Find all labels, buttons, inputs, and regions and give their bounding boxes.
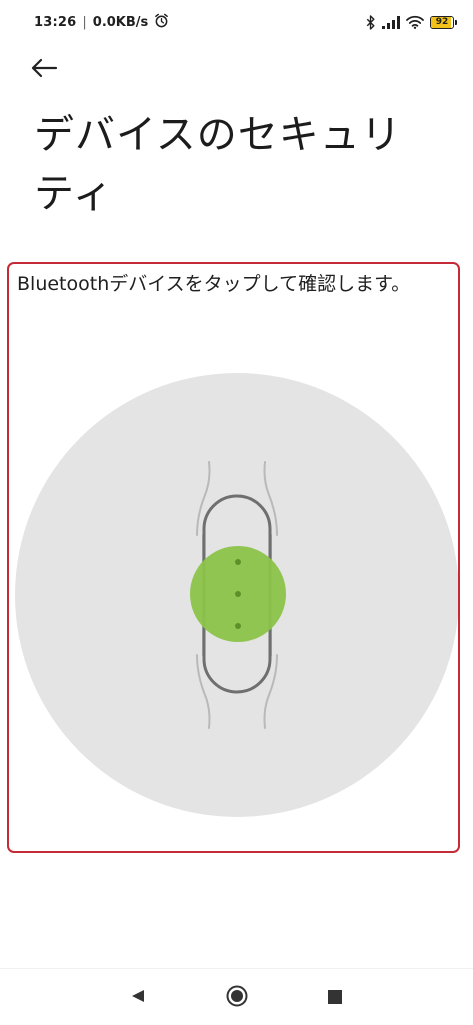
band-dot — [235, 623, 241, 629]
battery-body: 92 — [430, 15, 454, 29]
bluetooth-icon — [366, 14, 376, 30]
back-button[interactable] — [30, 52, 70, 88]
battery-tip — [455, 19, 457, 25]
status-right: 92 — [366, 14, 457, 30]
instruction-text: Bluetoothデバイスをタップして確認します。 — [17, 273, 411, 295]
alarm-icon — [154, 13, 169, 32]
battery-level: 92 — [435, 16, 449, 27]
status-time: 13:26 — [34, 14, 77, 30]
status-left: 13:26 | 0.0KB/s — [34, 13, 169, 32]
wifi-icon — [406, 15, 424, 29]
page-title: デバイスのセキュリティ — [34, 112, 402, 217]
navigation-bar — [0, 968, 473, 1025]
band-illustration — [13, 370, 458, 820]
network-speed: 0.0KB/s — [92, 14, 149, 30]
band-dot — [235, 559, 241, 565]
nav-home-button[interactable] — [222, 983, 252, 1013]
nav-recents-button[interactable] — [320, 983, 350, 1013]
band-dot — [235, 591, 241, 597]
nav-recents-icon — [328, 989, 342, 1008]
status-bar: 13:26 | 0.0KB/s 92 — [0, 0, 473, 44]
nav-back-icon — [130, 988, 146, 1008]
signal-icon — [382, 15, 400, 29]
battery-icon: 92 — [430, 15, 457, 29]
back-arrow-icon — [30, 57, 58, 83]
status-separator: | — [82, 14, 87, 30]
security-panel: Bluetoothデバイスをタップして確認します。 — [7, 262, 460, 853]
nav-back-button[interactable] — [123, 983, 153, 1013]
nav-home-icon — [226, 985, 248, 1011]
